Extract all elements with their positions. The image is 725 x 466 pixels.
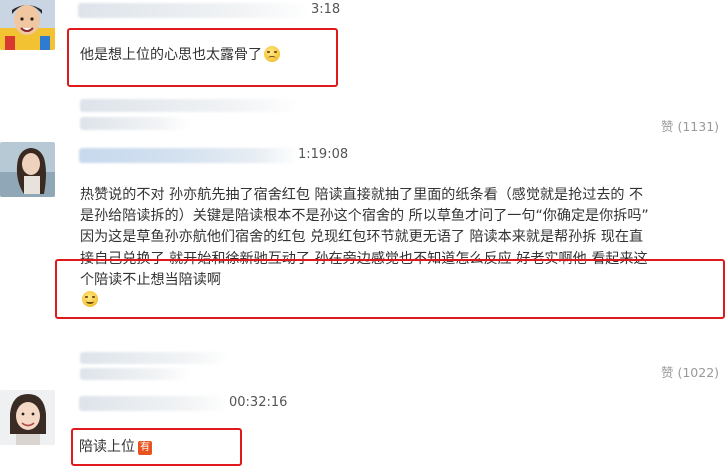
comment-text: 陪读上位有: [79, 439, 152, 455]
username-blurred[interactable]: [78, 3, 310, 18]
reply-preview-blurred: [80, 117, 190, 130]
reply-preview-blurred: [80, 352, 230, 364]
username-blurred[interactable]: [79, 396, 229, 411]
you-badge-icon: 有: [138, 441, 152, 455]
highlight-box: [55, 259, 725, 319]
avatar[interactable]: [0, 390, 55, 445]
timestamp: 1:19:08: [298, 147, 349, 162]
sad-face-emoji-icon: [264, 46, 280, 62]
like-button[interactable]: 赞 (1131): [661, 116, 719, 135]
comment-line: 因为这是草鱼孙亦航他们宿舍的红包 兑现红包环节就更无语了 陪读本来就是帮孙拆 现…: [80, 229, 644, 246]
reply-preview-blurred: [80, 368, 190, 380]
timestamp: 3:18: [311, 2, 341, 17]
comment-text: 他是想上位的心思也太露骨了: [80, 44, 280, 64]
like-button[interactable]: 赞 (1022): [661, 362, 719, 381]
comment-line: 热赞说的不对 孙亦航先抽了宿舍红包 陪读直接就抽了里面的纸条看（感觉就是抢过去的…: [80, 187, 644, 203]
timestamp: 00:32:16: [229, 395, 288, 410]
avatar[interactable]: [0, 0, 55, 50]
username-blurred[interactable]: [79, 148, 299, 163]
comment-line: 是孙给陪读拆的）关键是陪读根本不是孙这个宿舍的 所以草鱼才问了一句“你确定是你拆…: [80, 208, 649, 225]
reply-preview-blurred: [80, 99, 300, 112]
avatar[interactable]: [0, 142, 55, 197]
